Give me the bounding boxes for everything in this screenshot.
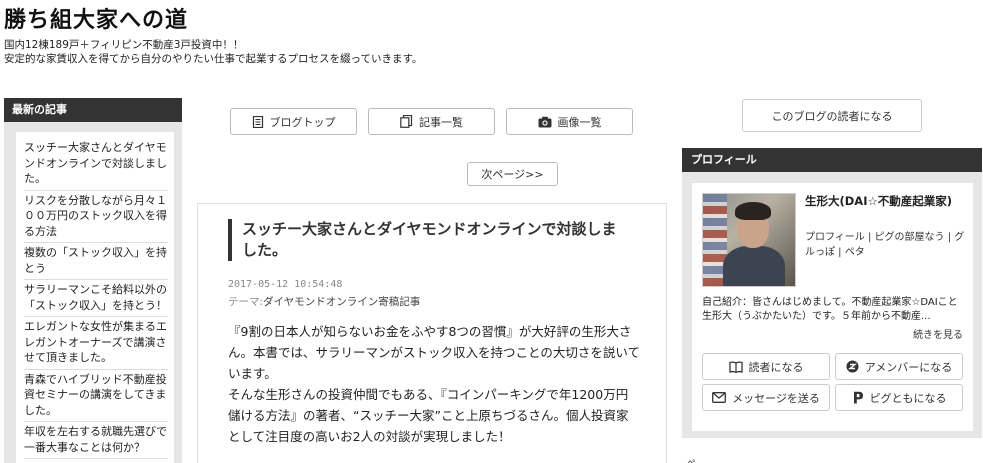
amember-icon [846,360,859,373]
article-body: 『9割の日本人が知らないお金をふやす8つの習慣』が大好評の生形大さん。本書では、… [228,321,640,447]
recent-article-link[interactable]: エレガントな女性が集まるエレガントオーナーズで講演させて頂きました。 [24,317,168,370]
copy-icon [400,115,413,128]
recent-article-link[interactable]: サラリーマンこそ給料以外の「ストック収入」を持とう！ [24,280,168,317]
article-list-label: 記事一覧 [419,115,463,129]
blog-top-label: ブログトップ [269,115,336,129]
image-list-label: 画像一覧 [557,115,602,129]
article-theme: テーマ:ダイヤモンドオンライン寄稿記事 [228,294,420,309]
article-date: 2017-05-12 10:54:48 [228,279,343,290]
recent-article-link[interactable]: リスクを分散しながら月々１００万円のストック収入を得る方法 [24,191,168,243]
send-message-label: メッセージを送る [732,391,820,405]
next-page-button[interactable]: 次ページ>> [467,162,558,186]
profile-panel: プロフィール 生形大(DAI☆不動産起業家) プロフィール | ピグの部屋なう … [682,148,982,438]
recent-article-link[interactable]: 青森でハイブリッド不動産投資セミナーの講演をしてきました。 [24,370,168,422]
profile-intro: 自己紹介：皆さんはじめまして。不動産起業家☆DAIこと生形大（うぶかたいた）です… [702,297,958,322]
description-line-1: 国内12棟189戸＋フィリピン不動産3戸投資中！！ [4,39,244,51]
blog-top-button[interactable]: ブログトップ [230,108,357,135]
become-reader-button[interactable]: このブログの読者になる [742,99,922,132]
profile-name[interactable]: 生形大(DAI☆不動産起業家) [805,193,965,209]
article-paragraph: そんな生形さんの投資仲間でもある、『コインパーキングで年1200万円儲ける方法』… [228,387,629,444]
book-icon [728,360,743,373]
subscribe-label: 読者になる [748,360,804,374]
image-list-button[interactable]: 画像一覧 [506,108,633,135]
document-icon [252,115,263,128]
pigg-icon [853,391,863,404]
theme-label: テーマ: [228,296,264,308]
theme-link[interactable]: ダイヤモンドオンライン寄稿記事 [263,296,420,308]
avatar[interactable] [702,193,796,287]
article-title[interactable]: スッチー大家さんとダイヤモンドオンラインで対談しました。 [228,219,623,261]
envelope-icon [712,392,727,403]
recent-articles-panel: 最新の記事 スッチー大家さんとダイヤモンドオンラインで対談しました。 リスクを分… [4,98,182,463]
recent-article-link[interactable]: 年収を左右する就職先選びで一番大事なことは何か？ [24,422,168,459]
article-card: スッチー大家さんとダイヤモンドオンラインで対談しました。 2017-05-12 … [197,203,667,463]
recent-articles-heading: 最新の記事 [4,98,182,122]
send-message-button[interactable]: メッセージを送る [702,384,830,411]
recent-article-link[interactable]: スッチー大家さんとダイヤモンドオンラインで対談しました。 [24,138,168,191]
below-profile-text: ペ [686,455,696,463]
pigg-friend-button[interactable]: ピグともになる [835,384,963,411]
profile-links[interactable]: プロフィール | ピグの部屋なう | グルっぽ | ペタ [805,230,965,260]
subscribe-button[interactable]: 読者になる [702,353,830,380]
amember-button[interactable]: アメンバーになる [835,353,963,380]
article-list-button[interactable]: 記事一覧 [368,108,495,135]
recent-article-link[interactable]: 複数の「ストック収入」を持とう [24,243,168,280]
amember-label: アメンバーになる [864,360,953,374]
camera-icon [538,116,551,127]
recent-articles-list: スッチー大家さんとダイヤモンドオンラインで対談しました。 リスクを分散しながら月… [16,132,174,463]
profile-content: 生形大(DAI☆不動産起業家) プロフィール | ピグの部屋なう | グルっぽ … [692,183,973,431]
read-more-link[interactable]: 続きを見る [913,326,963,341]
site-title[interactable]: 勝ち組大家への道 [4,2,188,34]
description-line-2: 安定的な家賃収入を得てから自分のやりたい仕事で起業するプロセスを綴っていきます。 [4,53,423,65]
article-paragraph: 『9割の日本人が知らないお金をふやす8つの習慣』が大好評の生形大さん。本書では、… [228,324,641,381]
profile-heading: プロフィール [682,148,982,172]
site-description: 国内12棟189戸＋フィリピン不動産3戸投資中！！ 安定的な家賃収入を得てから自… [4,38,422,66]
pigg-friend-label: ピグともになる [869,391,947,405]
